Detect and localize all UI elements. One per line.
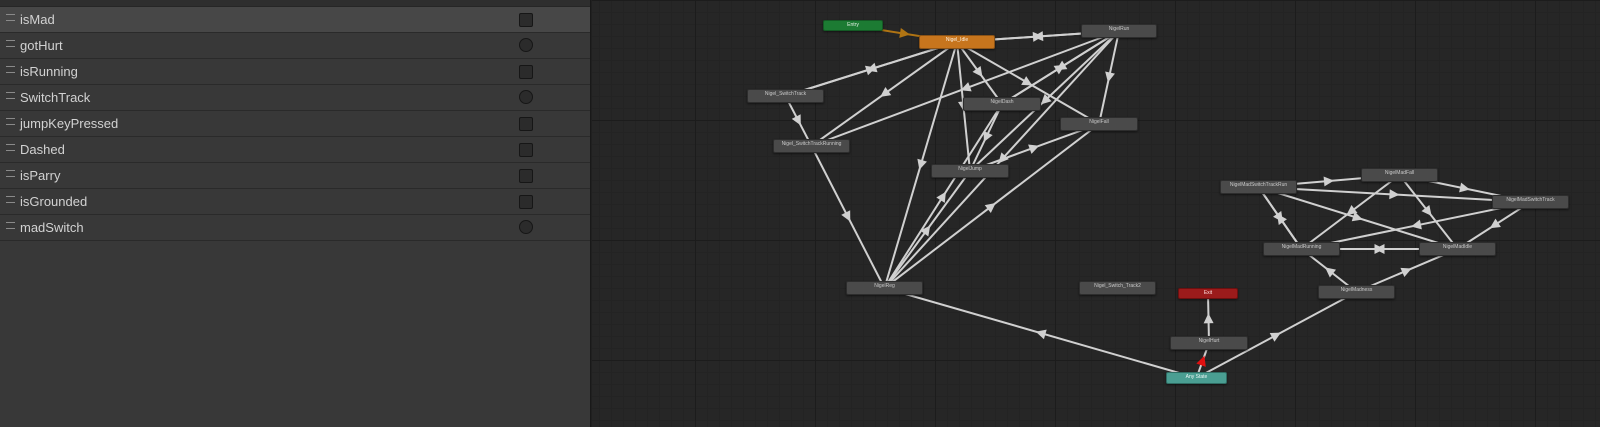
trigger-radio[interactable] xyxy=(519,38,533,52)
parameter-name: isParry xyxy=(20,168,61,183)
bool-checkbox[interactable] xyxy=(519,143,533,157)
bool-checkbox[interactable] xyxy=(519,65,533,79)
drag-handle-icon[interactable] xyxy=(6,66,15,73)
entry-node[interactable]: Entry xyxy=(823,20,883,31)
drag-handle-icon[interactable] xyxy=(6,14,15,21)
bool-checkbox[interactable] xyxy=(519,195,533,209)
transition-layer xyxy=(784,24,1532,379)
bool-checkbox[interactable] xyxy=(519,13,533,27)
parameter-list: isMad gotHurt isRunning SwitchTrack jumpKeyP… xyxy=(0,7,590,241)
transition-arrow-icon xyxy=(1035,329,1047,340)
animator-graph[interactable]: Entry Nigel_Idle NigelRun Nigel_SwitchTrack… xyxy=(592,0,1600,427)
parameter-name: isMad xyxy=(20,12,55,27)
parameter-row[interactable]: Dashed xyxy=(0,137,590,163)
state-node-mad-idle[interactable]: NigelMadIdle xyxy=(1419,242,1496,256)
transition-arrow-icon xyxy=(1325,267,1337,278)
parameter-name: gotHurt xyxy=(20,38,63,53)
any-state-node[interactable]: Any State xyxy=(1166,372,1227,384)
state-node-run[interactable]: NigelRun xyxy=(1081,24,1157,38)
state-node-mad-running[interactable]: NigelMadRunning xyxy=(1263,242,1340,256)
drag-handle-icon[interactable] xyxy=(6,92,15,99)
parameters-panel: isMad gotHurt isRunning SwitchTrack jumpKeyP… xyxy=(0,0,591,427)
drag-handle-icon[interactable] xyxy=(6,196,15,203)
parameter-row[interactable]: isGrounded xyxy=(0,189,590,215)
state-node-dash[interactable]: NigelDash xyxy=(963,97,1041,111)
exit-node[interactable]: Exit xyxy=(1178,288,1238,299)
parameter-row[interactable]: isParry xyxy=(0,163,590,189)
parameter-row[interactable]: gotHurt xyxy=(0,33,590,59)
transition-arrow-icon xyxy=(1277,213,1287,225)
transition-arrow-icon xyxy=(1421,204,1432,216)
transition-arrow-icon xyxy=(984,202,996,214)
state-node-switch-track-running[interactable]: Nigel_SwitchTrackRunning xyxy=(773,139,850,153)
parameter-row[interactable]: madSwitch xyxy=(0,215,590,241)
transition-arrow-icon xyxy=(1323,176,1334,187)
transition-arrow-icon xyxy=(1389,189,1400,200)
trigger-radio[interactable] xyxy=(519,90,533,104)
state-node-madness[interactable]: NigelMadness xyxy=(1318,285,1395,299)
state-node-reg[interactable]: NigelReg xyxy=(846,281,923,295)
state-node-mad-switch-track[interactable]: NigelMadSwitchTrack xyxy=(1492,195,1569,209)
transition-arrow-icon xyxy=(880,87,892,97)
parameter-name: madSwitch xyxy=(20,220,84,235)
parameter-name: jumpKeyPressed xyxy=(20,116,119,131)
parameter-name: isGrounded xyxy=(20,194,88,209)
state-node-switch-track[interactable]: Nigel_SwitchTrack xyxy=(747,89,824,103)
state-node-jump[interactable]: NigelJump xyxy=(931,164,1009,178)
transition-arrow-icon xyxy=(1459,182,1470,193)
state-node-idle[interactable]: Nigel_Idle xyxy=(919,35,995,49)
transition-arrow-icon xyxy=(1489,218,1501,229)
parameter-row[interactable]: jumpKeyPressed xyxy=(0,111,590,137)
trigger-radio[interactable] xyxy=(519,220,533,234)
drag-handle-icon[interactable] xyxy=(6,40,15,47)
drag-handle-icon[interactable] xyxy=(6,144,15,151)
transition-arrow-icon xyxy=(936,191,946,203)
drag-handle-icon[interactable] xyxy=(6,118,15,125)
parameters-header xyxy=(0,0,590,7)
state-node-switch-track2[interactable]: Nigel_Switch_Track2 xyxy=(1079,281,1156,295)
drag-handle-icon[interactable] xyxy=(6,170,15,177)
drag-handle-icon[interactable] xyxy=(6,222,15,229)
parameter-name: isRunning xyxy=(20,64,78,79)
state-node-mad-fall[interactable]: NigelMadFall xyxy=(1361,168,1438,182)
state-node-fall[interactable]: NigelFall xyxy=(1060,117,1138,131)
parameter-row[interactable]: isRunning xyxy=(0,59,590,85)
transition-arrow-icon xyxy=(1411,219,1422,230)
state-node-hurt[interactable]: NigelHurt xyxy=(1170,336,1248,350)
parameter-row[interactable]: SwitchTrack xyxy=(0,85,590,111)
transition-arrow-icon xyxy=(1203,313,1214,324)
parameter-name: Dashed xyxy=(20,142,65,157)
bool-checkbox[interactable] xyxy=(519,169,533,183)
transition-arrow-icon xyxy=(1105,71,1115,83)
bool-checkbox[interactable] xyxy=(519,117,533,131)
parameter-row[interactable]: isMad xyxy=(0,7,590,33)
parameter-name: SwitchTrack xyxy=(20,90,91,105)
transition-arrow-icon xyxy=(899,28,910,38)
state-node-mad-switch-track-run[interactable]: NigelMadSwitchTrackRun xyxy=(1220,180,1297,194)
transition-arrow-icon xyxy=(972,66,983,78)
